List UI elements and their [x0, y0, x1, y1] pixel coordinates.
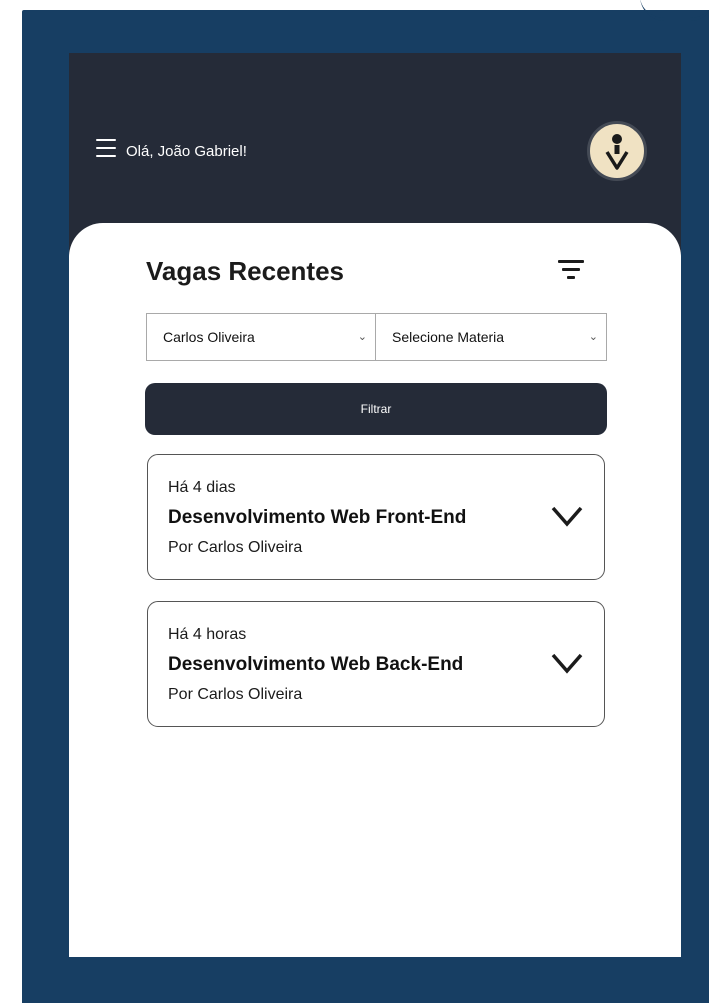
hamburger-menu-icon[interactable]: [96, 139, 116, 157]
person-logo-icon: [605, 134, 629, 170]
job-time: Há 4 dias: [168, 479, 236, 496]
chevron-down-icon[interactable]: [550, 505, 584, 527]
job-card[interactable]: Há 4 horas Desenvolvimento Web Back-End …: [147, 601, 605, 727]
job-card[interactable]: Há 4 dias Desenvolvimento Web Front-End …: [147, 454, 605, 580]
page-title: Vagas Recentes: [146, 256, 345, 286]
greeting-text: Olá, João Gabriel!: [126, 143, 247, 160]
job-time: Há 4 horas: [168, 626, 247, 643]
chevron-down-icon: ⌄: [588, 331, 598, 343]
job-course: Desenvolvimento Web Front-End: [168, 507, 467, 528]
main-content: Vagas Recentes Carlos Oliveira ⌄ Selecio…: [69, 223, 681, 957]
mobile-app-screen: Olá, João Gabriel! Vagas Recentes Carlos…: [69, 53, 681, 957]
filter-button[interactable]: Filtrar: [145, 383, 607, 435]
avatar[interactable]: [587, 121, 647, 181]
job-author: Por Carlos Oliveira: [168, 686, 303, 703]
job-author: Por Carlos Oliveira: [168, 539, 303, 556]
materia-select-value: Selecione Materia: [392, 329, 505, 345]
filter-lines-icon[interactable]: [557, 258, 585, 282]
professor-select-value: Carlos Oliveira: [163, 329, 255, 345]
materia-select[interactable]: Selecione Materia ⌄: [375, 313, 607, 361]
job-course: Desenvolvimento Web Back-End: [168, 654, 464, 675]
chevron-down-icon: ⌄: [357, 331, 367, 343]
chevron-down-icon[interactable]: [550, 652, 584, 674]
professor-select[interactable]: Carlos Oliveira ⌄: [146, 313, 376, 361]
